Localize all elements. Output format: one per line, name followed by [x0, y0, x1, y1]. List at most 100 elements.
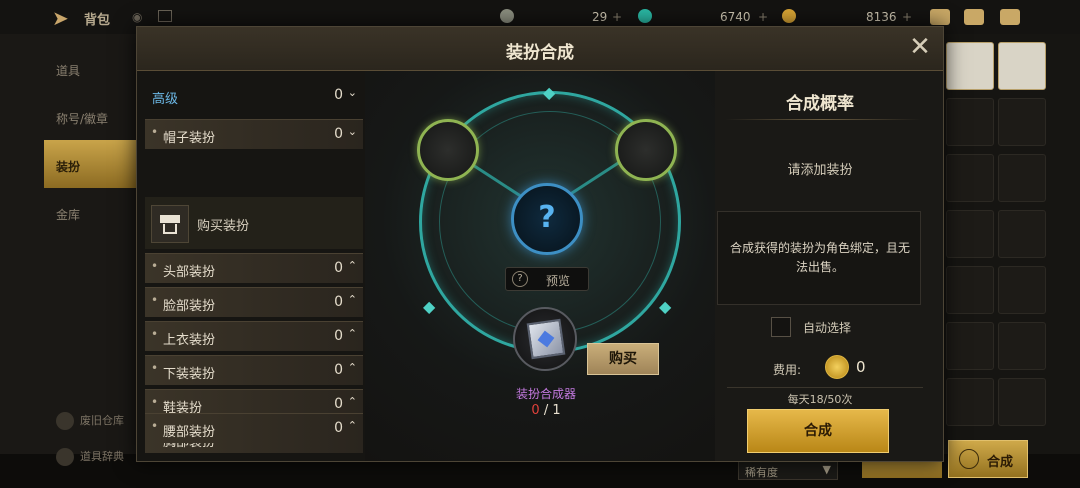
binding-notice: 合成获得的装扮为角色绑定，且无法出售。: [717, 211, 921, 305]
bullet-icon: •: [151, 125, 159, 139]
eye-icon[interactable]: ◉: [132, 10, 142, 24]
gem-icon: [638, 9, 652, 23]
category-top[interactable]: • 上衣装扮 0 ⌃: [145, 321, 363, 351]
inventory-slot[interactable]: [998, 154, 1046, 202]
material-slot-right[interactable]: [615, 119, 677, 181]
scrap-storage-button[interactable]: 废旧仓库: [56, 412, 124, 430]
plus-icon[interactable]: +: [902, 10, 912, 24]
divider: [725, 119, 921, 120]
category-count: 0: [334, 362, 343, 378]
bullet-icon: •: [151, 361, 159, 375]
currency-3: 8136: [866, 10, 897, 24]
inventory-slot[interactable]: [998, 378, 1046, 426]
category-list: 高级 0 ⌄ • 帽子装扮 0 ⌄ 购买装扮 • 头部装扮 0 ⌃ • 脸部装扮…: [137, 71, 365, 461]
result-slot[interactable]: ?: [511, 183, 583, 255]
material-slot-left[interactable]: [417, 119, 479, 181]
dialog-header: 装扮合成 ✕: [137, 27, 943, 71]
dialog-title: 装扮合成: [506, 43, 574, 63]
gold-coin-icon: [825, 355, 849, 379]
auto-select-checkbox[interactable]: [771, 317, 791, 337]
inventory-slot[interactable]: [946, 266, 994, 314]
outfit-synthesis-dialog: 装扮合成 ✕ 高级 0 ⌄ • 帽子装扮 0 ⌄ 购买装扮 • 头部装扮 0 ⌃…: [136, 26, 944, 462]
synthesizer-item[interactable]: [513, 307, 577, 371]
chevron-down-icon: ⌄: [347, 125, 357, 138]
category-count: 0: [334, 294, 343, 310]
cube-icon: [526, 318, 566, 360]
inventory-slot[interactable]: [998, 266, 1046, 314]
bullet-icon: •: [151, 419, 159, 433]
item-dictionary-button[interactable]: 道具辞典: [56, 448, 124, 466]
inventory-slot[interactable]: [946, 322, 994, 370]
inventory-title: 背包: [84, 13, 111, 28]
daily-limit: 每天18/50次: [787, 393, 853, 406]
bullet-icon: •: [151, 293, 159, 307]
chevron-down-icon: ⌄: [347, 86, 357, 99]
inventory-sidebar: 道具 称号/徽章 装扮 金库 废旧仓库 道具辞典: [0, 34, 136, 466]
inventory-slot[interactable]: [998, 42, 1046, 90]
inventory-slot[interactable]: [946, 210, 994, 258]
chevron-up-icon: ⌃: [347, 419, 357, 432]
required-count: / 1: [543, 403, 561, 418]
back-arrow-icon[interactable]: ➤: [52, 6, 69, 30]
inventory-slot[interactable]: [946, 98, 994, 146]
category-tier-advanced[interactable]: 高级 0 ⌄: [145, 81, 363, 111]
shop-icon[interactable]: [930, 9, 950, 25]
chevron-up-icon: ⌃: [347, 361, 357, 374]
category-count: 0: [334, 328, 343, 344]
question-icon: ?: [512, 271, 528, 287]
currency-1: 29: [592, 10, 608, 24]
category-bottom[interactable]: • 下装装扮 0 ⌃: [145, 355, 363, 385]
plus-icon[interactable]: +: [758, 10, 768, 24]
diamond-marker-icon: ◆: [543, 83, 556, 102]
inventory-slot[interactable]: [946, 378, 994, 426]
sidebar-item-outfits[interactable]: 装扮: [44, 140, 136, 188]
gold-coin-icon: [782, 9, 796, 23]
bullet-icon: •: [151, 259, 159, 273]
synthesis-area: ◆ ◆ ◆ ? ? 预览 购买 装扮合成器 0 / 1: [365, 71, 715, 461]
preview-button[interactable]: ? 预览: [505, 267, 589, 291]
synthesizer-count: 0 / 1: [365, 403, 727, 418]
rate-hint: 请添加装扮: [787, 163, 853, 178]
synthesizer-name: 装扮合成器: [515, 387, 576, 401]
fee-label: 费用:: [773, 363, 802, 377]
buy-synthesizer-button[interactable]: 购买: [587, 343, 659, 375]
chevron-up-icon: ⌃: [347, 259, 357, 272]
inventory-slot[interactable]: [998, 98, 1046, 146]
inventory-slot[interactable]: [998, 210, 1046, 258]
close-icon[interactable]: ✕: [907, 34, 933, 61]
inventory-slot[interactable]: [946, 154, 994, 202]
sidebar-item-titles[interactable]: 称号/徽章: [44, 92, 136, 140]
owned-count: 0: [531, 403, 540, 418]
inventory-slot[interactable]: [998, 322, 1046, 370]
shop-icon: [151, 205, 189, 243]
category-hat[interactable]: • 帽子装扮 0 ⌄: [145, 119, 363, 149]
sidebar-item-items[interactable]: 道具: [44, 44, 136, 92]
mail-icon[interactable]: [964, 9, 984, 25]
category-face[interactable]: • 脸部装扮 0 ⌃: [145, 287, 363, 317]
category-count: 0: [334, 420, 343, 436]
buy-outfit-entry[interactable]: 购买装扮: [145, 197, 363, 249]
chat-icon[interactable]: [1000, 9, 1020, 25]
currency-2: 6740: [720, 10, 751, 24]
chevron-up-icon: ⌃: [347, 395, 357, 408]
category-head[interactable]: • 头部装扮 0 ⌃: [145, 253, 363, 283]
moon-coin-icon: [500, 9, 514, 23]
category-count: 0: [334, 260, 343, 276]
category-count: 0: [334, 126, 343, 142]
sort-dropdown[interactable]: 稀有度 ▼: [738, 460, 838, 480]
category-count: 0: [334, 396, 343, 412]
sidebar-item-vault[interactable]: 金库: [44, 188, 136, 236]
chevron-up-icon: ⌃: [347, 327, 357, 340]
rate-panel: 合成概率 请添加装扮 合成获得的装扮为角色绑定，且无法出售。 自动选择 费用: …: [715, 71, 943, 461]
category-waist[interactable]: • 腰部装扮 0 ⌃: [145, 413, 363, 443]
plus-icon[interactable]: +: [612, 10, 622, 24]
synthesize-button[interactable]: 合成: [747, 409, 889, 453]
chevron-up-icon: ⌃: [347, 293, 357, 306]
inventory-synth-button[interactable]: 合成: [948, 440, 1028, 478]
storage-icon[interactable]: [158, 10, 172, 22]
bullet-icon: •: [151, 327, 159, 341]
inventory-grid: [944, 34, 1080, 454]
inventory-slot[interactable]: [946, 42, 994, 90]
category-count: 0: [334, 87, 343, 103]
divider: [727, 387, 923, 388]
